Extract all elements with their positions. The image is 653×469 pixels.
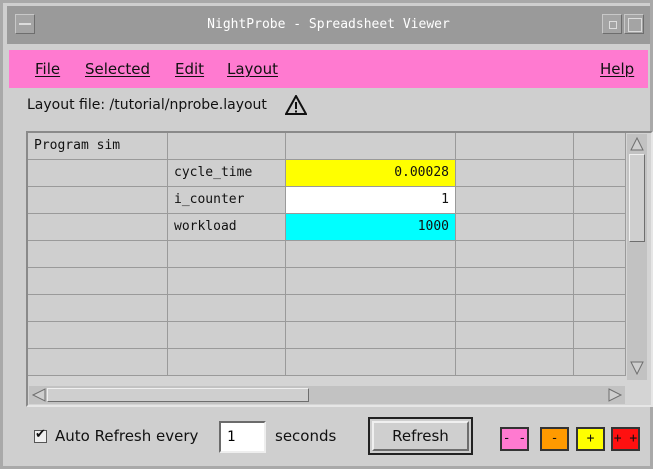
value-cell[interactable] xyxy=(286,349,456,376)
scroll-right-arrow-icon[interactable] xyxy=(607,387,623,403)
empty-cell[interactable] xyxy=(456,295,574,322)
group-cell[interactable]: Program sim xyxy=(28,133,168,160)
minimize-icon[interactable] xyxy=(602,14,622,34)
name-cell[interactable] xyxy=(168,241,286,268)
name-cell[interactable] xyxy=(168,133,286,160)
empty-cell[interactable] xyxy=(574,322,626,349)
empty-cell[interactable] xyxy=(574,241,626,268)
value-cell[interactable] xyxy=(286,295,456,322)
empty-cell[interactable] xyxy=(456,133,574,160)
name-cell[interactable]: workload xyxy=(168,214,286,241)
empty-cell[interactable] xyxy=(456,241,574,268)
menu-selected[interactable]: Selected xyxy=(85,50,150,88)
vertical-scroll-thumb[interactable] xyxy=(629,154,645,242)
value-cell[interactable] xyxy=(286,268,456,295)
empty-cell[interactable] xyxy=(574,268,626,295)
spreadsheet-table: Program sim cycle_time 0.00028 i_counter 1 wo… xyxy=(26,131,653,407)
empty-cell[interactable] xyxy=(574,349,626,376)
empty-cell[interactable] xyxy=(574,133,626,160)
empty-cell[interactable] xyxy=(456,268,574,295)
title-bar[interactable]: NightProbe - Spreadsheet Viewer xyxy=(7,6,650,44)
menu-file[interactable]: File xyxy=(35,50,60,88)
maximize-icon[interactable] xyxy=(624,14,644,34)
empty-cell[interactable] xyxy=(456,160,574,187)
scroll-down-arrow-icon[interactable] xyxy=(629,360,645,376)
name-cell[interactable]: i_counter xyxy=(168,187,286,214)
name-cell[interactable] xyxy=(168,322,286,349)
group-cell[interactable] xyxy=(28,160,168,187)
increase-fast-button[interactable]: + + xyxy=(611,427,640,451)
group-cell[interactable] xyxy=(28,322,168,349)
empty-cell[interactable] xyxy=(456,214,574,241)
group-cell[interactable] xyxy=(28,241,168,268)
name-cell[interactable] xyxy=(168,268,286,295)
value-cell[interactable]: 1000 xyxy=(286,214,456,241)
empty-cell[interactable] xyxy=(574,214,626,241)
menubar: File Selected Edit Layout Help xyxy=(9,50,648,88)
refresh-button[interactable]: Refresh xyxy=(372,421,469,451)
decrease-button[interactable]: - xyxy=(540,427,569,451)
group-cell[interactable] xyxy=(28,214,168,241)
horizontal-scroll-thumb[interactable] xyxy=(47,388,309,402)
menu-edit[interactable]: Edit xyxy=(175,50,204,88)
empty-cell[interactable] xyxy=(574,160,626,187)
refresh-button-frame: Refresh xyxy=(368,417,473,455)
name-cell[interactable]: cycle_time xyxy=(168,160,286,187)
empty-cell[interactable] xyxy=(456,322,574,349)
scroll-left-arrow-icon[interactable] xyxy=(31,387,47,403)
value-cell[interactable]: 0.00028 xyxy=(286,160,456,187)
group-cell[interactable] xyxy=(28,268,168,295)
seconds-label: seconds xyxy=(275,427,337,445)
empty-cell[interactable] xyxy=(456,349,574,376)
decrease-fast-button[interactable]: - - xyxy=(500,427,529,451)
warning-triangle-icon xyxy=(285,95,307,115)
auto-refresh-label: Auto Refresh every xyxy=(55,427,199,445)
group-cell[interactable] xyxy=(28,187,168,214)
nightprobe-window: NightProbe - Spreadsheet Viewer File Sel… xyxy=(0,0,653,469)
empty-cell[interactable] xyxy=(574,187,626,214)
increase-button[interactable]: + xyxy=(576,427,605,451)
horizontal-scrollbar[interactable] xyxy=(29,386,625,404)
menu-help[interactable]: Help xyxy=(600,50,634,88)
refresh-interval-input[interactable] xyxy=(219,421,266,453)
auto-refresh-checkbox[interactable] xyxy=(34,427,47,443)
menu-layout[interactable]: Layout xyxy=(227,50,278,88)
value-cell[interactable] xyxy=(286,322,456,349)
group-cell[interactable] xyxy=(28,349,168,376)
vertical-scrollbar[interactable] xyxy=(627,134,647,380)
scroll-up-arrow-icon[interactable] xyxy=(629,136,645,152)
empty-cell[interactable] xyxy=(456,187,574,214)
name-cell[interactable] xyxy=(168,349,286,376)
name-cell[interactable] xyxy=(168,295,286,322)
layout-file-label: Layout file: /tutorial/nprobe.layout xyxy=(27,97,267,113)
value-cell[interactable] xyxy=(286,133,456,160)
value-cell[interactable] xyxy=(286,241,456,268)
window-title: NightProbe - Spreadsheet Viewer xyxy=(207,17,450,32)
empty-cell[interactable] xyxy=(574,295,626,322)
value-cell[interactable]: 1 xyxy=(286,187,456,214)
group-cell[interactable] xyxy=(28,295,168,322)
